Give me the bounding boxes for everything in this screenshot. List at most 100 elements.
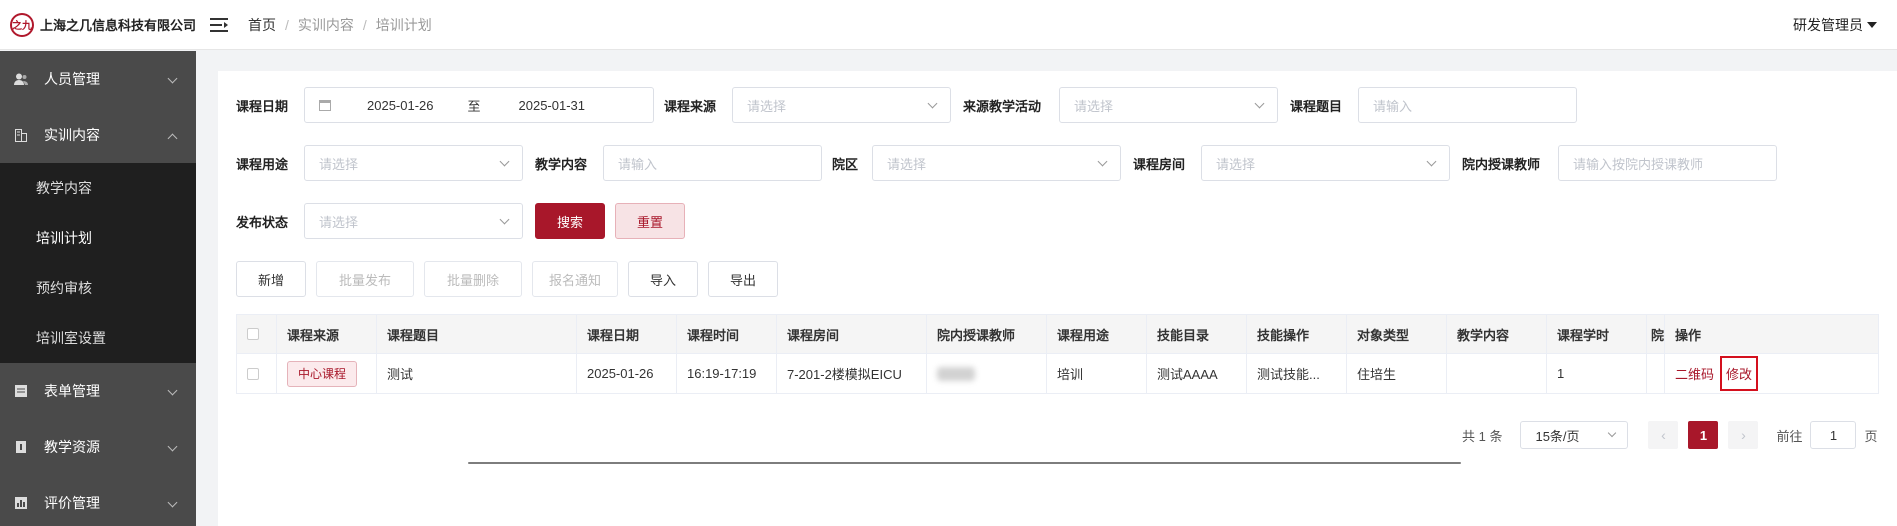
search-button[interactable]: 搜索 (535, 203, 605, 239)
date-end-input[interactable]: 2025-01-31 (519, 98, 586, 113)
goto-page-input[interactable]: 1 (1810, 421, 1857, 449)
blurred-teacher-name (937, 366, 975, 381)
actions-cell: 二维码 修改 (1665, 354, 1878, 393)
breadcrumb-separator: / (285, 16, 289, 33)
page-number-current[interactable]: 1 (1688, 421, 1719, 449)
page-size-value: 15条/页 (1535, 428, 1580, 444)
column-header[interactable]: 课程学时 (1547, 315, 1647, 353)
column-header[interactable]: 对象类型 (1347, 315, 1447, 353)
signup-notice-button[interactable]: 报名通知 (532, 261, 618, 297)
user-menu[interactable]: 研发管理员 (1793, 0, 1877, 50)
source-tag: 中心课程 (287, 360, 358, 387)
calendar-icon (319, 99, 331, 111)
sidebar-group-label: 表单管理 (44, 383, 100, 399)
course-source-placeholder: 请选择 (747, 98, 787, 114)
column-header[interactable]: 技能操作 (1247, 315, 1347, 353)
breadcrumb-training-plan: 培训计划 (375, 16, 432, 33)
column-header[interactable]: 教学内容 (1447, 315, 1547, 353)
source-cell: 中心课程 (277, 354, 377, 393)
column-header[interactable]: 院内授课教师 (927, 315, 1047, 353)
course-source-select[interactable]: 请选择 (732, 87, 951, 123)
chevron-down-icon (1608, 428, 1617, 438)
filter-row-2: 课程用途 请选择 教学内容 请输入 院区 请选择 课程房间 请选择 院内授课教师… (236, 145, 1777, 181)
select-all-checkbox[interactable] (247, 328, 259, 340)
column-header[interactable]: 课程题目 (377, 315, 577, 353)
column-header[interactable]: 课程日期 (577, 315, 677, 353)
sidebar-group-resources[interactable]: 教学资源 (0, 419, 196, 475)
course-topic-placeholder: 请输入 (1373, 98, 1413, 114)
add-button[interactable]: 新增 (236, 261, 306, 297)
sidebar-item-teaching-content[interactable]: 教学内容 (0, 163, 196, 213)
batch-publish-button[interactable]: 批量发布 (316, 261, 414, 297)
teacher-input[interactable]: 请输入按院内授课教师 (1558, 145, 1777, 181)
course-date-range-picker[interactable]: 2025-01-26 至 2025-01-31 (304, 87, 654, 123)
breadcrumb-training-content[interactable]: 实训内容 (298, 15, 354, 35)
column-header[interactable]: 课程房间 (777, 315, 927, 353)
course-topic-input[interactable]: 请输入 (1358, 87, 1577, 123)
sidebar-item-training-plan[interactable]: 培训计划 (0, 213, 196, 263)
caret-down-icon[interactable] (1867, 22, 1877, 28)
teaching-activity-select[interactable]: 请选择 (1059, 87, 1278, 123)
course-use-label: 课程用途 (236, 156, 289, 172)
qr-code-link[interactable]: 二维码 (1675, 364, 1714, 383)
column-header[interactable]: 课程来源 (277, 315, 377, 353)
skill-dir-cell: 测试AAAA (1147, 354, 1247, 393)
breadcrumb-separator: / (362, 16, 367, 33)
evaluation-icon (14, 496, 28, 510)
row-checkbox[interactable] (247, 367, 259, 380)
import-button[interactable]: 导入 (628, 261, 698, 297)
breadcrumb-home[interactable]: 首页 (248, 15, 276, 35)
course-use-select[interactable]: 请选择 (304, 145, 523, 181)
column-header[interactable]: 院 (1647, 315, 1665, 353)
training-plan-table: 课程来源 课程题目 课程日期 课程时间 课程房间 院内授课教师 课程用途 技能目… (236, 314, 1879, 394)
main-panel: 课程日期 2025-01-26 至 2025-01-31 课程来源 请选择 来源… (218, 71, 1897, 526)
chevron-down-icon (499, 156, 510, 167)
prev-page-button[interactable]: ‹ (1648, 421, 1679, 449)
teaching-content-input[interactable]: 请输入 (603, 145, 822, 181)
column-header[interactable]: 技能目录 (1147, 315, 1247, 353)
course-topic-label: 课程题目 (1290, 98, 1343, 114)
user-name[interactable]: 研发管理员 (1793, 15, 1863, 35)
room-cell: 7-201-2楼模拟EICU (777, 354, 927, 393)
course-source-label: 课程来源 (664, 98, 717, 114)
skill-op-cell: 测试技能... (1247, 354, 1347, 393)
chevron-down-icon (1097, 156, 1108, 167)
filter-row-3: 发布状态 请选择 搜索 重置 (236, 203, 685, 239)
horizontal-scrollbar[interactable] (468, 462, 1461, 464)
column-header[interactable]: 课程时间 (677, 315, 777, 353)
sidebar-group-evaluation[interactable]: 评价管理 (0, 475, 196, 526)
action-toolbar: 新增 批量发布 批量删除 报名通知 导入 导出 (236, 261, 778, 297)
sidebar-group-label: 实训内容 (44, 127, 100, 143)
next-page-button[interactable]: › (1728, 421, 1759, 449)
campus-select[interactable]: 请选择 (872, 145, 1121, 181)
reset-button[interactable]: 重置 (615, 203, 685, 239)
column-header[interactable]: 课程用途 (1047, 315, 1147, 353)
status-select[interactable]: 请选择 (304, 203, 523, 239)
batch-delete-button[interactable]: 批量删除 (424, 261, 522, 297)
table-header-row: 课程来源 课程题目 课程日期 课程时间 课程房间 院内授课教师 课程用途 技能目… (237, 314, 1878, 354)
date-cell: 2025-01-26 (577, 354, 677, 393)
goto-label: 前往 (1776, 428, 1803, 444)
teacher-placeholder: 请输入按院内授课教师 (1573, 156, 1704, 172)
chevron-down-icon (1254, 98, 1265, 109)
menu-toggle-icon[interactable] (210, 17, 228, 33)
sidebar-group-label: 评价管理 (44, 495, 100, 511)
chevron-down-icon (167, 385, 178, 396)
sidebar-group-personnel[interactable]: 人员管理 (0, 51, 196, 107)
content-icon (14, 128, 28, 142)
edit-highlight: 修改 (1720, 356, 1759, 391)
export-button[interactable]: 导出 (708, 261, 778, 297)
sidebar-item-room-settings[interactable]: 培训室设置 (0, 313, 196, 363)
page-suffix: 页 (1864, 428, 1878, 444)
edit-link[interactable]: 修改 (1726, 364, 1752, 383)
content-cell (1447, 354, 1547, 393)
sidebar-submenu: 教学内容 培训计划 预约审核 培训室设置 (0, 163, 196, 363)
page-size-select[interactable]: 15条/页 (1520, 421, 1629, 449)
room-select[interactable]: 请选择 (1201, 145, 1450, 181)
teaching-content-label: 教学内容 (535, 156, 588, 172)
sidebar-group-forms[interactable]: 表单管理 (0, 363, 196, 419)
room-label: 课程房间 (1133, 156, 1186, 172)
date-start-input[interactable]: 2025-01-26 (367, 98, 434, 113)
sidebar-item-booking-review[interactable]: 预约审核 (0, 263, 196, 313)
sidebar-group-training-content[interactable]: 实训内容 (0, 107, 196, 163)
